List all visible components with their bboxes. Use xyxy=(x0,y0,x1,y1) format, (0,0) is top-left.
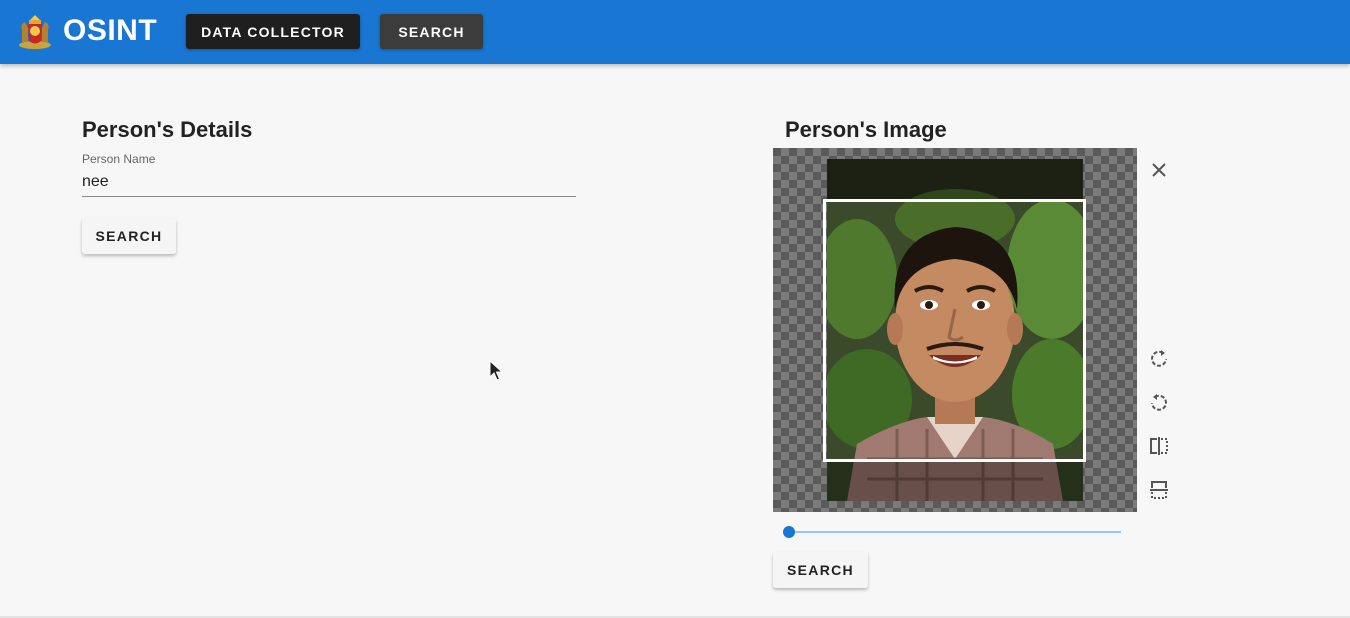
search-nav-button[interactable]: SEARCH xyxy=(380,14,483,49)
crop-shade-top xyxy=(827,159,1083,199)
details-title: Person's Details xyxy=(82,117,253,142)
person-name-input[interactable] xyxy=(82,168,576,197)
close-icon[interactable] xyxy=(1148,159,1170,181)
zoom-slider[interactable] xyxy=(783,524,1121,540)
data-collector-button[interactable]: DATA COLLECTOR xyxy=(186,14,360,49)
state-emblem-logo xyxy=(19,15,51,49)
crop-selection-box[interactable] xyxy=(823,199,1086,462)
zoom-slider-thumb[interactable] xyxy=(783,526,795,538)
app-title: OSINT xyxy=(63,14,158,47)
rotate-right-icon[interactable] xyxy=(1148,347,1170,369)
rotate-left-icon[interactable] xyxy=(1148,391,1170,413)
flip-vertical-icon[interactable] xyxy=(1148,479,1170,501)
mouse-pointer-icon xyxy=(489,360,503,381)
image-crop-editor[interactable] xyxy=(773,148,1137,512)
details-search-button[interactable]: SEARCH xyxy=(82,218,176,254)
image-search-button[interactable]: SEARCH xyxy=(773,552,868,588)
zoom-slider-track xyxy=(789,531,1121,533)
image-title: Person's Image xyxy=(785,117,947,142)
person-name-label: Person Name xyxy=(82,152,156,166)
crop-shade-bottom xyxy=(827,462,1083,501)
flip-horizontal-icon[interactable] xyxy=(1148,435,1170,457)
app-bar: OSINT DATA COLLECTOR SEARCH xyxy=(0,0,1350,64)
